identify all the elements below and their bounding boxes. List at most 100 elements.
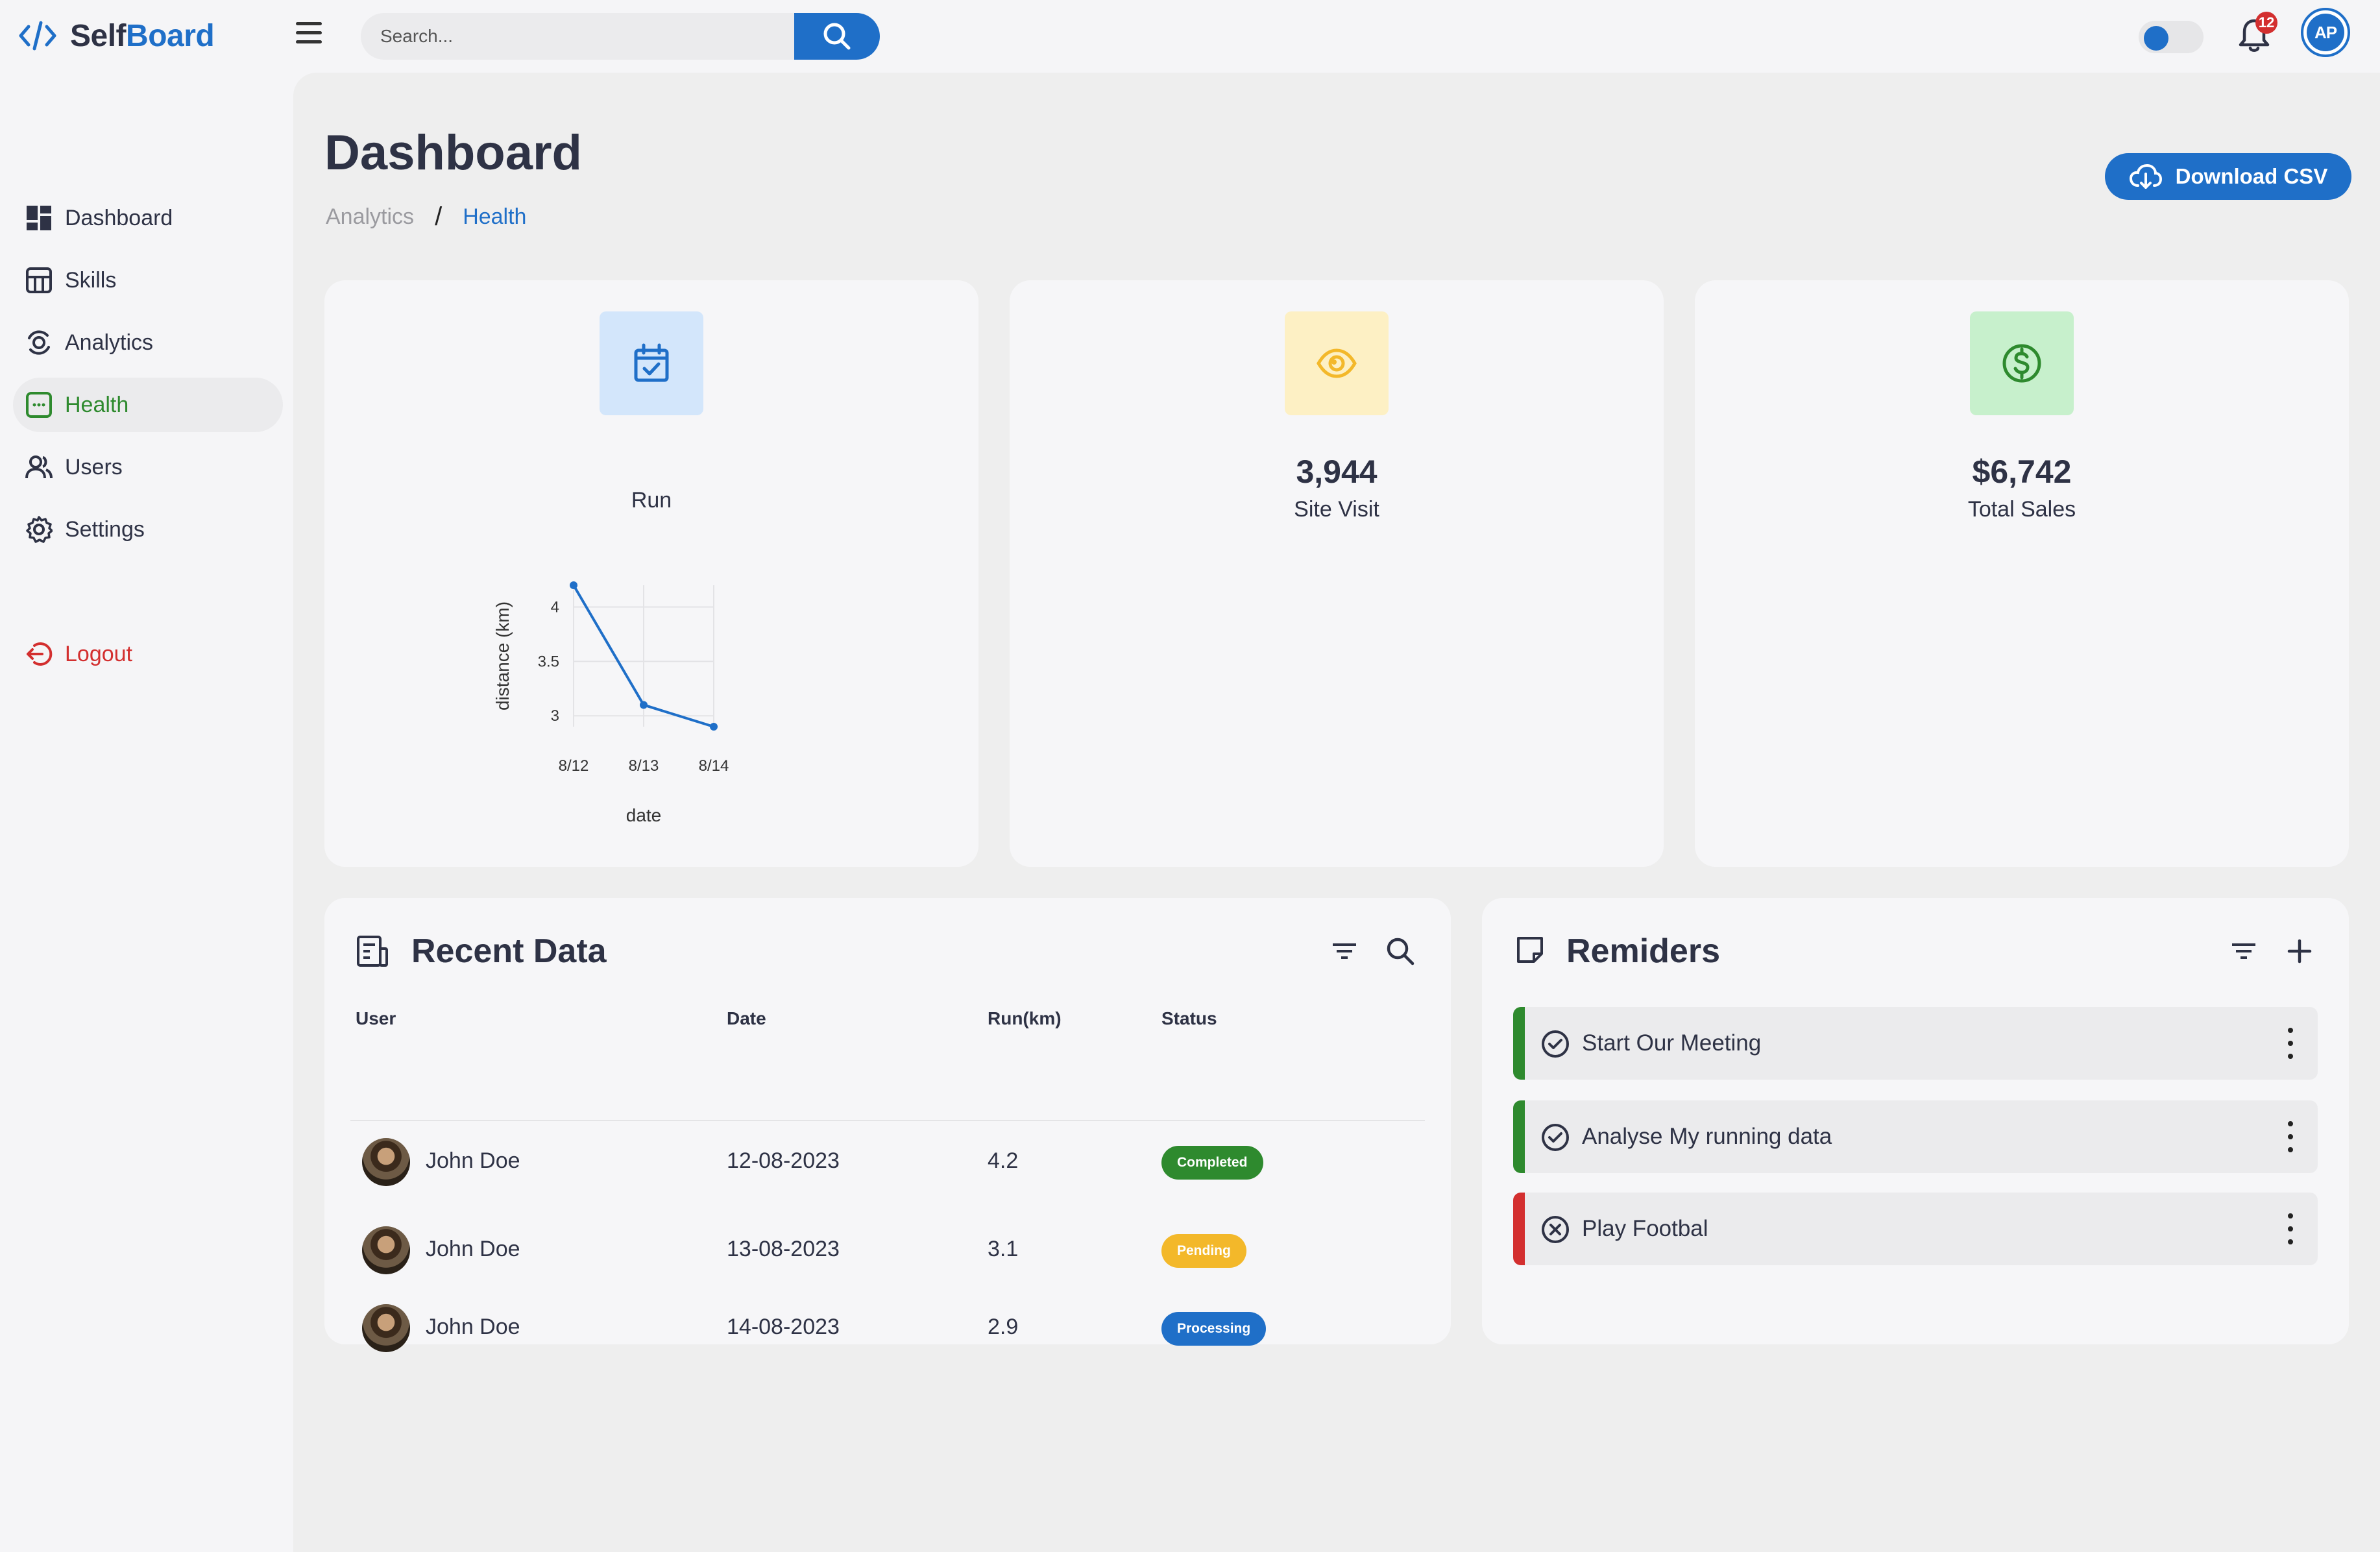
table-row[interactable]: John Doe 14-08-2023 2.9 Processing bbox=[324, 1304, 1451, 1386]
x-tick-label: 8/14 bbox=[699, 757, 729, 775]
column-header-date[interactable]: Date bbox=[727, 1008, 766, 1029]
cell-date: 13-08-2023 bbox=[727, 1237, 840, 1261]
status-badge: Processing bbox=[1161, 1312, 1267, 1346]
x-tick-label: 8/13 bbox=[629, 757, 659, 775]
table-search-button[interactable] bbox=[1382, 933, 1418, 969]
sidebar-item-label: Dashboard bbox=[65, 205, 173, 230]
app-logo[interactable]: SelfBoard bbox=[18, 13, 215, 58]
cell-user: John Doe bbox=[426, 1315, 520, 1339]
y-axis-label: distance (km) bbox=[492, 601, 513, 710]
reminders-title: Remiders bbox=[1566, 932, 1720, 970]
download-csv-label: Download CSV bbox=[2175, 164, 2328, 188]
reminder-item[interactable]: Start Our Meeting bbox=[1513, 1007, 2318, 1080]
site-visit-label: Site Visit bbox=[1294, 497, 1379, 522]
reminder-status-bar bbox=[1513, 1193, 1525, 1265]
table-row[interactable]: John Doe 12-08-2023 4.2 Completed bbox=[324, 1132, 1451, 1209]
breadcrumb-analytics[interactable]: Analytics bbox=[326, 204, 414, 230]
header-divider bbox=[350, 1120, 1425, 1121]
filter-icon bbox=[2232, 943, 2255, 959]
reminder-status-bar bbox=[1513, 1007, 1525, 1080]
reminders-filter-button[interactable] bbox=[2226, 933, 2262, 969]
reminder-item[interactable]: Analyse My running data bbox=[1513, 1100, 2318, 1173]
avatar bbox=[362, 1226, 410, 1274]
sidebar-item-label: Users bbox=[65, 454, 123, 479]
add-reminder-button[interactable] bbox=[2281, 933, 2318, 969]
menu-icon[interactable] bbox=[296, 22, 327, 51]
notifications-button[interactable]: 12 bbox=[2236, 12, 2277, 57]
avatar bbox=[362, 1138, 410, 1186]
sidebar-item-health[interactable]: Health bbox=[13, 378, 283, 432]
cell-run: 2.9 bbox=[988, 1315, 1019, 1339]
app-title: SelfBoard bbox=[70, 18, 215, 53]
x-axis-label: date bbox=[626, 805, 662, 825]
column-header-run[interactable]: Run(km) bbox=[988, 1008, 1062, 1029]
skills-icon bbox=[25, 266, 53, 295]
y-tick-label: 3 bbox=[551, 707, 559, 725]
note-icon bbox=[1517, 937, 1543, 963]
breadcrumb-health[interactable]: Health bbox=[463, 204, 526, 230]
x-tick-label: 8/12 bbox=[559, 757, 589, 775]
toggle-knob bbox=[2144, 26, 2168, 51]
recent-data-card: Recent Data User Date Run(km) Status Joh… bbox=[324, 898, 1451, 1352]
main-content: Dashboard Analytics / Health Download CS… bbox=[293, 73, 2380, 1552]
filter-icon bbox=[1333, 943, 1356, 959]
cell-user: John Doe bbox=[426, 1237, 520, 1261]
more-vertical-icon[interactable] bbox=[2283, 1213, 2298, 1244]
logout-button[interactable]: Logout bbox=[13, 627, 283, 681]
search-button[interactable] bbox=[794, 13, 880, 60]
column-header-user[interactable]: User bbox=[356, 1008, 396, 1029]
eye-icon bbox=[1317, 348, 1357, 378]
sidebar-item-users[interactable]: Users bbox=[13, 440, 283, 494]
more-vertical-icon[interactable] bbox=[2283, 1121, 2298, 1152]
total-sales-value: $6,742 bbox=[1972, 454, 2072, 490]
table-row[interactable]: John Doe 13-08-2023 3.1 Pending bbox=[324, 1220, 1451, 1298]
document-icon bbox=[357, 936, 388, 967]
notification-badge: 12 bbox=[2255, 12, 2277, 34]
cloud-download-icon bbox=[2129, 164, 2162, 189]
site-visit-card: 3,944 Site Visit bbox=[1010, 280, 1664, 867]
users-icon bbox=[25, 453, 53, 481]
search-icon bbox=[1387, 938, 1415, 965]
site-visit-value: 3,944 bbox=[1296, 454, 1378, 490]
total-sales-label: Total Sales bbox=[1967, 497, 2076, 522]
cell-run: 4.2 bbox=[988, 1148, 1019, 1173]
search-input[interactable] bbox=[361, 13, 794, 60]
sidebar-item-label: Health bbox=[65, 392, 129, 417]
data-point bbox=[570, 581, 577, 589]
data-point bbox=[640, 701, 648, 709]
sidebar: Dashboard Skills Analytics Health Users … bbox=[0, 73, 293, 1552]
reminders-card: Remiders Start Our Meeting Analyse My ru… bbox=[1482, 898, 2349, 1344]
data-point bbox=[710, 723, 718, 731]
top-bar: SelfBoard 12 AP bbox=[0, 0, 2380, 73]
theme-toggle[interactable] bbox=[2139, 21, 2204, 53]
avatar bbox=[362, 1304, 410, 1352]
check-circle-icon[interactable] bbox=[1540, 1029, 1570, 1059]
sidebar-item-dashboard[interactable]: Dashboard bbox=[13, 191, 283, 245]
user-initials: AP bbox=[2307, 14, 2344, 51]
logout-label: Logout bbox=[65, 641, 132, 666]
sidebar-item-label: Analytics bbox=[65, 330, 154, 355]
status-badge: Completed bbox=[1161, 1146, 1263, 1180]
check-circle-icon[interactable] bbox=[1540, 1122, 1570, 1152]
more-vertical-icon[interactable] bbox=[2283, 1028, 2298, 1059]
sidebar-item-settings[interactable]: Settings bbox=[13, 502, 283, 557]
cell-date: 14-08-2023 bbox=[727, 1315, 840, 1339]
plus-icon bbox=[2287, 939, 2312, 964]
run-line-chart: 3 3.5 4 8/12 8/13 8/14 date distance (km) bbox=[492, 581, 729, 825]
chart-title: Run bbox=[631, 488, 672, 513]
dashboard-icon bbox=[25, 204, 53, 232]
filter-button[interactable] bbox=[1326, 933, 1363, 969]
cancel-circle-icon[interactable] bbox=[1540, 1215, 1570, 1244]
y-tick-label: 3.5 bbox=[538, 653, 559, 670]
eye-icon-box bbox=[1285, 311, 1389, 415]
total-sales-card: $6,742 Total Sales bbox=[1695, 280, 2349, 867]
sidebar-item-analytics[interactable]: Analytics bbox=[13, 315, 283, 370]
page-title: Dashboard bbox=[324, 125, 582, 180]
sidebar-item-skills[interactable]: Skills bbox=[13, 253, 283, 308]
reminder-item[interactable]: Play Footbal bbox=[1513, 1193, 2318, 1265]
user-avatar[interactable]: AP bbox=[2301, 8, 2350, 57]
column-header-status[interactable]: Status bbox=[1161, 1008, 1217, 1029]
reminder-text: Start Our Meeting bbox=[1582, 1030, 1762, 1056]
download-csv-button[interactable]: Download CSV bbox=[2105, 153, 2351, 200]
dollar-icon-box bbox=[1970, 311, 2074, 415]
